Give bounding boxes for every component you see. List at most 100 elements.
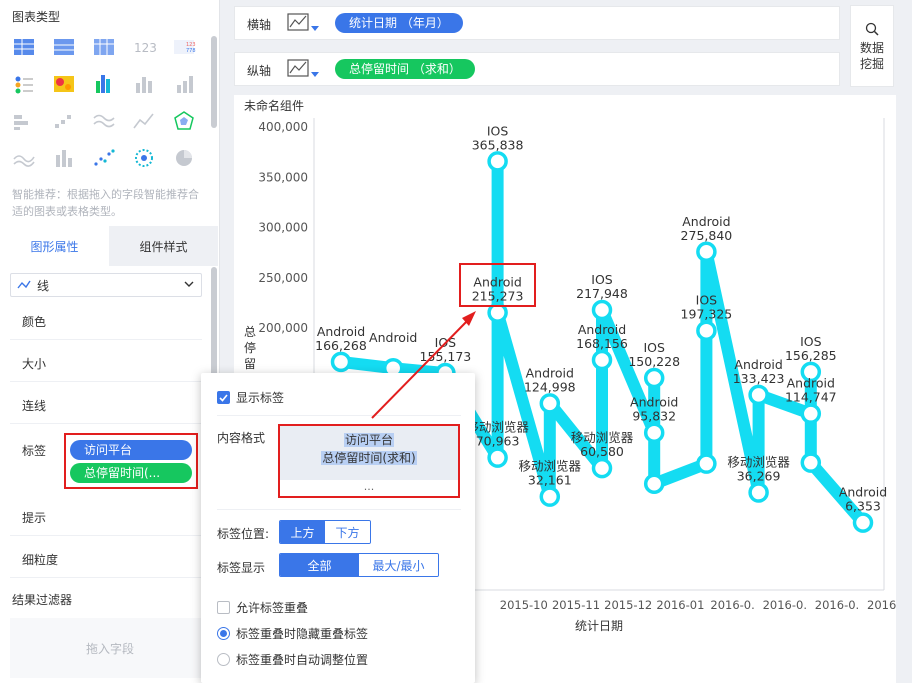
data-label-value: 197,325 <box>681 307 733 322</box>
y-axis-bar: 纵轴 总停留时间 （求和） <box>234 52 840 86</box>
data-point[interactable] <box>487 447 508 468</box>
radio-adjust-row[interactable]: 标签重叠时自动调整位置 <box>217 651 368 668</box>
data-label-name: Android <box>578 322 626 337</box>
svg-text:123: 123 <box>134 41 156 55</box>
data-point[interactable] <box>852 512 874 533</box>
data-label-name: Android <box>317 324 365 339</box>
data-label-value: 70,963 <box>476 434 520 449</box>
data-point[interactable] <box>539 393 561 414</box>
y-axis-chart-icon[interactable] <box>287 58 323 83</box>
x-axis-chart-icon[interactable] <box>287 12 323 37</box>
radio-hide[interactable] <box>217 627 230 640</box>
heatmap-icon[interactable] <box>52 73 76 95</box>
data-point[interactable] <box>487 151 508 172</box>
data-point[interactable] <box>696 320 717 341</box>
scatter-step-icon[interactable] <box>52 110 76 132</box>
prop-tooltip[interactable]: 提示 <box>10 500 202 536</box>
dotted-circle-icon[interactable] <box>132 147 156 169</box>
y-axis-field[interactable]: 总停留时间 （求和） <box>335 59 475 79</box>
data-point[interactable] <box>330 351 352 373</box>
area-wave-icon[interactable] <box>12 147 36 169</box>
data-point[interactable] <box>643 367 665 389</box>
detail-table-icon[interactable] <box>92 36 116 58</box>
data-label-name: 移动浏览器 <box>466 420 529 435</box>
data-point[interactable] <box>748 384 769 406</box>
data-point[interactable] <box>696 453 717 474</box>
show-label-text: 显示标签 <box>236 391 285 405</box>
label-display-maxmin[interactable]: 最大/最小 <box>359 554 438 576</box>
radio-hide-row[interactable]: 标签重叠时隐藏重叠标签 <box>217 625 368 642</box>
data-point[interactable] <box>539 486 561 507</box>
chart-type-select[interactable]: 线 <box>10 273 202 297</box>
data-label-name: Android <box>787 376 835 391</box>
number-123-icon[interactable]: 123 <box>132 36 156 58</box>
multi-bar-icon[interactable] <box>92 73 116 95</box>
label-display-all[interactable]: 全部 <box>280 554 359 576</box>
y-tick-label: 200,000 <box>258 321 308 335</box>
grouped-bar-icon[interactable] <box>132 73 156 95</box>
data-point[interactable] <box>591 299 613 321</box>
label-position-bottom[interactable]: 下方 <box>325 521 370 543</box>
data-label-name: 移动浏览器 <box>571 430 634 445</box>
data-point[interactable] <box>591 457 613 479</box>
allow-overlap-checkbox[interactable] <box>217 601 230 614</box>
y-tick-label: 300,000 <box>258 221 308 235</box>
scatter-icon[interactable] <box>92 147 116 169</box>
radio-adjust[interactable] <box>217 653 230 666</box>
data-label-name: IOS <box>487 123 509 138</box>
data-point[interactable] <box>643 422 665 443</box>
chart-type-scrollbar[interactable] <box>211 36 217 128</box>
data-point[interactable] <box>643 473 665 495</box>
data-point[interactable] <box>800 452 822 473</box>
highlight-box-content-format <box>278 424 460 498</box>
prop-granularity[interactable]: 细粒度 <box>10 542 202 578</box>
line-chart-icon[interactable] <box>132 110 156 132</box>
y-tick-label: 350,000 <box>258 170 308 184</box>
chart-type-select-value: 线 <box>37 278 50 293</box>
popup-divider <box>217 509 461 510</box>
label-position-top[interactable]: 上方 <box>280 521 325 543</box>
data-label-value: 156,285 <box>785 348 837 363</box>
data-label-value: 275,840 <box>681 228 733 243</box>
label-settings-popup: 显示标签 内容格式 访问平台 总停留时间(求和) ... 标签位置: 上方 下方… <box>201 373 475 683</box>
mining-label-2: 挖掘 <box>859 57 884 71</box>
pivot-table-icon[interactable] <box>52 36 76 58</box>
wave-line-icon[interactable] <box>92 110 116 132</box>
data-label-name: 移动浏览器 <box>519 459 582 474</box>
left-panel: 图表类型 123 123 778 智能推荐：根据拖入的字段智能推荐合适的图表或表格类… <box>0 0 220 683</box>
dot-matrix-icon[interactable] <box>12 73 36 95</box>
content-format-label: 内容格式 <box>217 431 266 445</box>
kpi-card-icon[interactable]: 123 778 <box>172 36 196 58</box>
column-chart-icon[interactable] <box>52 147 76 169</box>
radar-icon[interactable] <box>172 110 196 132</box>
data-label-value: 32,161 <box>528 473 572 488</box>
prop-size[interactable]: 大小 <box>10 346 202 382</box>
data-label-value: 114,747 <box>785 390 837 405</box>
filter-drop-zone[interactable]: 拖入字段 <box>10 618 210 678</box>
data-mining-button[interactable]: 数据 挖掘 <box>850 5 894 87</box>
data-point[interactable] <box>591 349 613 371</box>
radio-adjust-text: 标签重叠时自动调整位置 <box>236 653 369 667</box>
prop-color[interactable]: 颜色 <box>10 304 202 340</box>
data-label-value: 166,268 <box>315 338 367 353</box>
stacked-bar-icon[interactable] <box>12 110 36 132</box>
y-tick-label: 250,000 <box>258 271 308 285</box>
prop-connect[interactable]: 连线 <box>10 388 202 424</box>
x-axis-field[interactable]: 统计日期 （年月） <box>335 13 463 33</box>
data-point[interactable] <box>800 403 822 424</box>
data-point[interactable] <box>748 482 769 503</box>
pie-icon[interactable] <box>172 147 196 169</box>
property-tabs: 图形属性 组件样式 <box>0 226 218 266</box>
show-label-row[interactable]: 显示标签 <box>217 389 284 406</box>
show-label-checkbox[interactable] <box>217 391 230 404</box>
label-position-toggle: 上方 下方 <box>279 520 371 544</box>
data-label-name: Android <box>369 330 417 345</box>
allow-overlap-row[interactable]: 允许标签重叠 <box>217 599 308 616</box>
data-point[interactable] <box>487 302 508 323</box>
table-icon[interactable] <box>12 36 36 58</box>
data-point[interactable] <box>696 241 717 263</box>
label-position-label: 标签位置: <box>217 527 270 541</box>
bar-chart-icon[interactable] <box>172 73 196 95</box>
tab-component-style[interactable]: 组件样式 <box>109 226 218 266</box>
tab-graph-properties[interactable]: 图形属性 <box>0 226 109 266</box>
